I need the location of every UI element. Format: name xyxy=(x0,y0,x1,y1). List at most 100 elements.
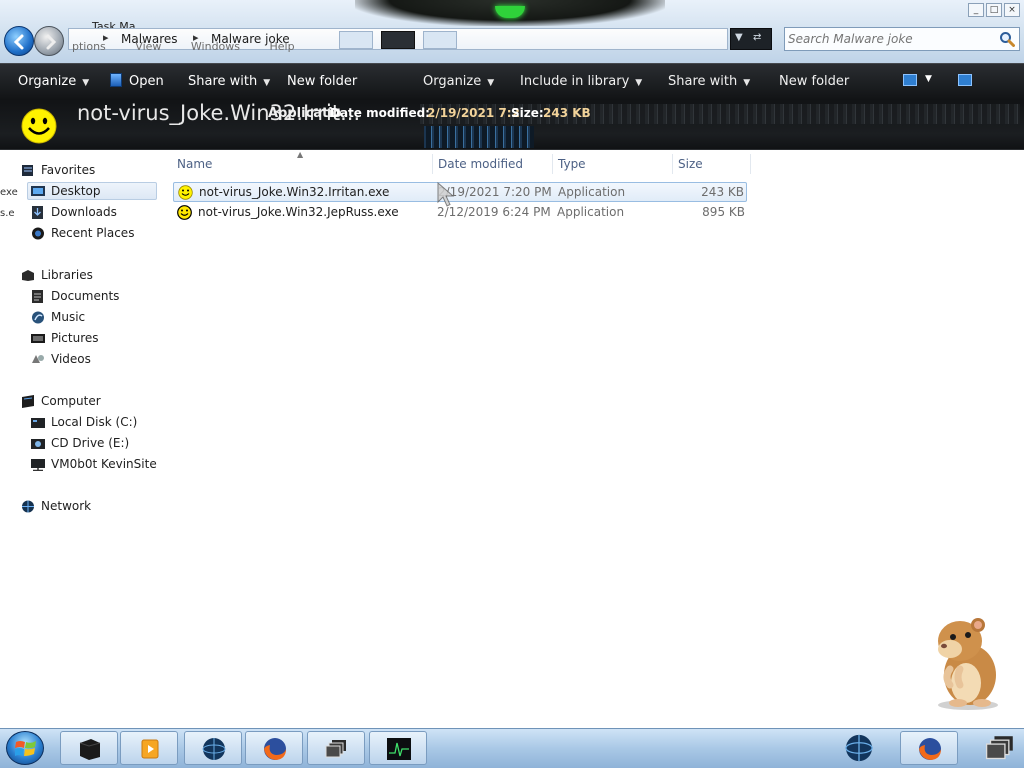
share-with-button-duplicate[interactable]: Share with ▼ xyxy=(668,74,750,89)
open-button[interactable]: Open xyxy=(129,74,164,89)
file-type: Application xyxy=(557,205,625,219)
organize-label: Organize xyxy=(423,74,482,89)
minimize-button[interactable]: _ xyxy=(968,3,984,17)
nav-cd-drive[interactable]: CD Drive (E:) xyxy=(31,435,151,453)
forward-arrow-icon xyxy=(46,34,57,50)
sort-indicator-icon: ▲ xyxy=(297,150,304,159)
nav-label: Desktop xyxy=(51,184,101,198)
chevron-down-icon: ▼ xyxy=(635,78,643,88)
chevron-down-icon: ▼ xyxy=(82,78,90,88)
new-folder-button-duplicate[interactable]: New folder xyxy=(779,74,849,89)
new-folder-label: New folder xyxy=(779,74,850,89)
tray-globe[interactable] xyxy=(842,731,882,765)
network-icon xyxy=(22,500,34,513)
nav-label: Recent Places xyxy=(51,226,135,240)
taskbar-firefox[interactable] xyxy=(245,731,303,765)
globe-icon xyxy=(845,734,873,762)
file-row[interactable]: not-virus_Joke.Win32.JepRuss.exe 2/12/20… xyxy=(173,203,747,223)
smiley-icon xyxy=(21,108,57,144)
dropdown-arrow-icon[interactable]: ▼ xyxy=(735,32,743,43)
nav-favorites[interactable]: Favorites xyxy=(21,162,151,180)
search-input[interactable] xyxy=(788,31,988,47)
start-button[interactable] xyxy=(6,731,44,765)
chevron-down-icon[interactable]: ▼ xyxy=(925,74,932,84)
taskbar-task-manager[interactable] xyxy=(369,731,427,765)
nav-documents[interactable]: Documents xyxy=(31,288,151,306)
column-header-size[interactable]: Size xyxy=(678,157,703,171)
column-header-name[interactable]: Name xyxy=(177,157,212,171)
column-divider[interactable] xyxy=(552,154,553,174)
organize-button[interactable]: Organize ▼ xyxy=(18,74,89,89)
file-row[interactable]: not-virus_Joke.Win32.Irritan.exe 2/19/20… xyxy=(173,182,747,202)
ghost-menu-item: Windows xyxy=(190,40,241,53)
nav-label: Downloads xyxy=(51,205,117,219)
computer-icon xyxy=(22,395,34,408)
detail-date-label: Date modified: xyxy=(330,106,430,120)
pictures-icon xyxy=(31,334,45,343)
column-divider[interactable] xyxy=(432,154,433,174)
forward-button[interactable] xyxy=(34,26,64,56)
globe-icon xyxy=(202,738,226,760)
file-size: 895 KB xyxy=(702,205,745,219)
downloads-icon xyxy=(32,206,43,219)
tray-window-switcher[interactable] xyxy=(984,731,1022,765)
nav-pictures[interactable]: Pictures xyxy=(31,330,151,348)
include-in-library-label: Include in library xyxy=(520,74,630,89)
column-divider[interactable] xyxy=(672,154,673,174)
thumb xyxy=(339,31,373,49)
search-box[interactable] xyxy=(784,27,1020,51)
nav-music[interactable]: Music xyxy=(31,309,151,327)
file-name: not-virus_Joke.Win32.Irritan.exe xyxy=(199,185,390,199)
column-header-type[interactable]: Type xyxy=(558,157,586,171)
refresh-icon[interactable]: ⇄ xyxy=(753,32,761,43)
file-name: not-virus_Joke.Win32.JepRuss.exe xyxy=(198,205,399,219)
task-manager-icon xyxy=(387,738,411,760)
nav-label: Pictures xyxy=(51,331,99,345)
maximize-button[interactable]: □ xyxy=(986,3,1002,17)
network-drive-icon xyxy=(31,459,45,471)
nav-label: Network xyxy=(41,499,92,513)
new-folder-button[interactable]: New folder xyxy=(287,74,357,89)
nav-computer[interactable]: Computer xyxy=(21,393,151,411)
detail-size-label: Size: xyxy=(511,106,544,120)
include-in-library-button[interactable]: Include in library ▼ xyxy=(520,74,642,89)
thumb xyxy=(423,31,457,49)
search-icon[interactable] xyxy=(999,31,1015,47)
nav-network[interactable]: Network xyxy=(21,498,151,516)
black-box-icon xyxy=(79,739,101,760)
chevron-down-icon: ▼ xyxy=(487,78,495,88)
close-button[interactable]: × xyxy=(1004,3,1020,17)
edge-fragment: s.e xyxy=(0,208,15,219)
nav-label: Documents xyxy=(51,289,120,303)
address-controls[interactable]: ▼ ⇄ xyxy=(730,28,772,50)
nav-libraries[interactable]: Libraries xyxy=(21,267,151,285)
media-player-icon xyxy=(141,739,159,759)
preview-pane-icon[interactable] xyxy=(958,74,972,86)
back-button[interactable] xyxy=(4,26,34,56)
taskbar-internet-explorer[interactable] xyxy=(184,731,242,765)
organize-button-duplicate[interactable]: Organize ▼ xyxy=(423,74,494,89)
documents-icon xyxy=(32,290,43,303)
nav-label: Videos xyxy=(51,352,91,366)
hard-disk-icon xyxy=(31,418,45,428)
nav-desktop[interactable]: Desktop xyxy=(27,182,157,200)
change-view-icon[interactable] xyxy=(903,74,917,86)
nav-network-share[interactable]: VM0b0t KevinSite xyxy=(31,456,157,474)
taskbar-window-switcher[interactable] xyxy=(307,731,365,765)
share-with-button[interactable]: Share with ▼ xyxy=(188,74,270,89)
chevron-down-icon: ▼ xyxy=(263,78,271,88)
top-ornament xyxy=(355,0,665,26)
ghost-menu-item: Help xyxy=(269,40,295,53)
taskbar-black-box-app[interactable] xyxy=(60,731,118,765)
nav-downloads[interactable]: Downloads xyxy=(31,204,151,222)
nav-local-disk[interactable]: Local Disk (C:) xyxy=(31,414,151,432)
tray-firefox[interactable] xyxy=(900,731,958,765)
taskbar-media-player[interactable] xyxy=(120,731,178,765)
column-divider[interactable] xyxy=(750,154,751,174)
share-with-label: Share with xyxy=(188,74,258,89)
nav-label: Local Disk (C:) xyxy=(51,415,138,429)
glitch-strip xyxy=(424,126,534,148)
column-header-date-modified[interactable]: Date modified xyxy=(438,157,523,171)
nav-videos[interactable]: Videos xyxy=(31,351,151,369)
nav-recent-places[interactable]: Recent Places xyxy=(31,225,151,243)
